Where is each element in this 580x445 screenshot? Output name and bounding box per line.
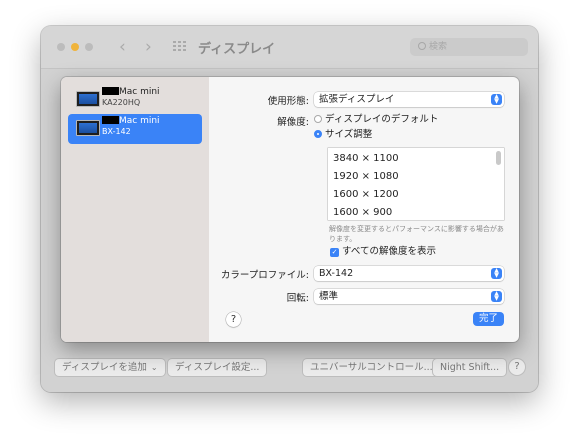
display-settings-button[interactable]: ディスプレイ設定... bbox=[168, 359, 267, 376]
resolution-note: 解像度を変更するとパフォーマンスに影響する場合があります。 bbox=[329, 225, 504, 243]
display-name: Mac mini bbox=[102, 116, 160, 127]
color-profile-label: カラープロファイル: bbox=[220, 270, 309, 281]
display-sidebar: Mac mini KA220HQ Mac mini BX-142 bbox=[61, 77, 209, 342]
redacted-block bbox=[102, 87, 119, 95]
zoom-button[interactable] bbox=[85, 43, 93, 51]
back-icon[interactable]: ‹ bbox=[119, 37, 126, 57]
done-button[interactable]: 完了 bbox=[473, 312, 504, 326]
radio-default-resolution[interactable]: ディスプレイのデフォルト bbox=[314, 114, 438, 126]
radio-scaled-label: サイズ調整 bbox=[325, 129, 373, 140]
show-all-label: すべての解像度を表示 bbox=[342, 246, 436, 257]
rotation-popup[interactable]: 標準 ▲ ▼ bbox=[314, 289, 504, 304]
bottom-toolbar: ディスプレイを追加 ⌄ ディスプレイ設定... ユニバーサルコントロール... N… bbox=[41, 356, 538, 378]
display-settings-sheet: Mac mini KA220HQ Mac mini BX-142 使用形態: 拡… bbox=[61, 77, 519, 342]
list-item[interactable]: 3840 × 1100 bbox=[333, 153, 399, 165]
color-profile-value: BX-142 bbox=[319, 268, 354, 279]
display-model: BX-142 bbox=[102, 127, 131, 136]
up-down-chevron-icon: ▲ ▼ bbox=[491, 94, 502, 105]
show-all-resolutions-checkbox[interactable]: ✓ すべての解像度を表示 bbox=[330, 246, 436, 258]
color-profile-popup[interactable]: BX-142 ▲ ▼ bbox=[314, 266, 504, 281]
close-button[interactable] bbox=[57, 43, 65, 51]
radio-scaled-resolution[interactable]: サイズ調整 bbox=[314, 129, 372, 141]
help-button[interactable]: ? bbox=[509, 359, 525, 375]
radio-icon bbox=[314, 115, 322, 123]
scrollbar[interactable] bbox=[496, 151, 501, 165]
search-icon bbox=[418, 42, 426, 50]
resolution-list[interactable]: 3840 × 1100 1920 × 1080 1600 × 1200 1600… bbox=[328, 148, 504, 220]
redacted-block bbox=[102, 116, 119, 124]
show-all-grid-icon[interactable] bbox=[173, 41, 186, 52]
radio-default-label: ディスプレイのデフォルト bbox=[325, 114, 439, 125]
monitor-icon bbox=[76, 120, 100, 136]
search-placeholder: 検索 bbox=[429, 42, 448, 52]
universal-control-button[interactable]: ユニバーサルコントロール... bbox=[303, 359, 440, 376]
usage-label: 使用形態: bbox=[267, 96, 309, 107]
list-item[interactable]: 1920 × 1080 bbox=[333, 171, 399, 183]
title-bar: ‹ › ディスプレイ 検索 bbox=[41, 26, 538, 69]
up-down-chevron-icon: ▲ ▼ bbox=[491, 268, 502, 279]
night-shift-button[interactable]: Night Shift... bbox=[433, 359, 507, 376]
list-item[interactable]: 1600 × 900 bbox=[333, 207, 392, 219]
display-model: KA220HQ bbox=[102, 98, 141, 107]
add-display-button[interactable]: ディスプレイを追加 ⌄ bbox=[55, 359, 165, 376]
rotation-value: 標準 bbox=[319, 291, 339, 302]
up-down-chevron-icon: ▲ ▼ bbox=[491, 291, 502, 302]
search-field[interactable]: 検索 bbox=[410, 38, 528, 56]
forward-icon[interactable]: › bbox=[145, 37, 152, 57]
sidebar-item-display-ka220hq[interactable]: Mac mini KA220HQ bbox=[68, 85, 202, 115]
window-title: ディスプレイ bbox=[198, 42, 276, 57]
minimize-button[interactable] bbox=[71, 43, 79, 51]
radio-selected-icon bbox=[314, 130, 322, 138]
display-name-suffix: Mac mini bbox=[119, 87, 160, 97]
usage-value: 拡張ディスプレイ bbox=[319, 94, 395, 105]
resolution-label: 解像度: bbox=[277, 117, 309, 128]
list-item[interactable]: 1600 × 1200 bbox=[333, 189, 399, 201]
usage-popup[interactable]: 拡張ディスプレイ ▲ ▼ bbox=[314, 92, 504, 107]
display-name: Mac mini bbox=[102, 87, 160, 98]
monitor-icon bbox=[76, 91, 100, 107]
rotation-label: 回転: bbox=[286, 293, 309, 304]
chevron-down-icon: ⌄ bbox=[150, 363, 158, 372]
sheet-help-button[interactable]: ? bbox=[226, 312, 241, 327]
add-display-label: ディスプレイを追加 bbox=[62, 362, 147, 373]
sidebar-item-display-bx142[interactable]: Mac mini BX-142 bbox=[68, 114, 202, 144]
checkbox-checked-icon: ✓ bbox=[330, 248, 339, 257]
display-name-suffix: Mac mini bbox=[119, 116, 160, 126]
